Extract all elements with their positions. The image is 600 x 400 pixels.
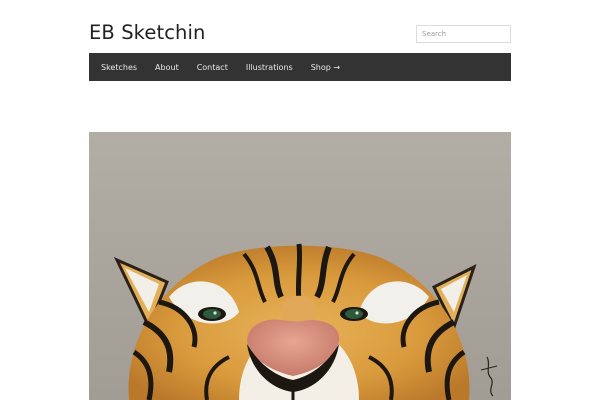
search-input[interactable]	[416, 25, 511, 43]
nav-item-contact[interactable]: Contact	[197, 63, 237, 72]
main-navigation: Sketches About Contact Illustrations Sho…	[89, 53, 511, 81]
tiger-illustration	[89, 132, 511, 400]
nav-item-illustrations[interactable]: Illustrations	[246, 63, 302, 72]
hero-image[interactable]	[89, 132, 511, 400]
site-title[interactable]: EB Sketchin	[89, 21, 205, 44]
nav-item-shop[interactable]: Shop →	[311, 63, 349, 72]
nav-item-sketches[interactable]: Sketches	[89, 63, 146, 72]
nav-item-about[interactable]: About	[155, 63, 188, 72]
